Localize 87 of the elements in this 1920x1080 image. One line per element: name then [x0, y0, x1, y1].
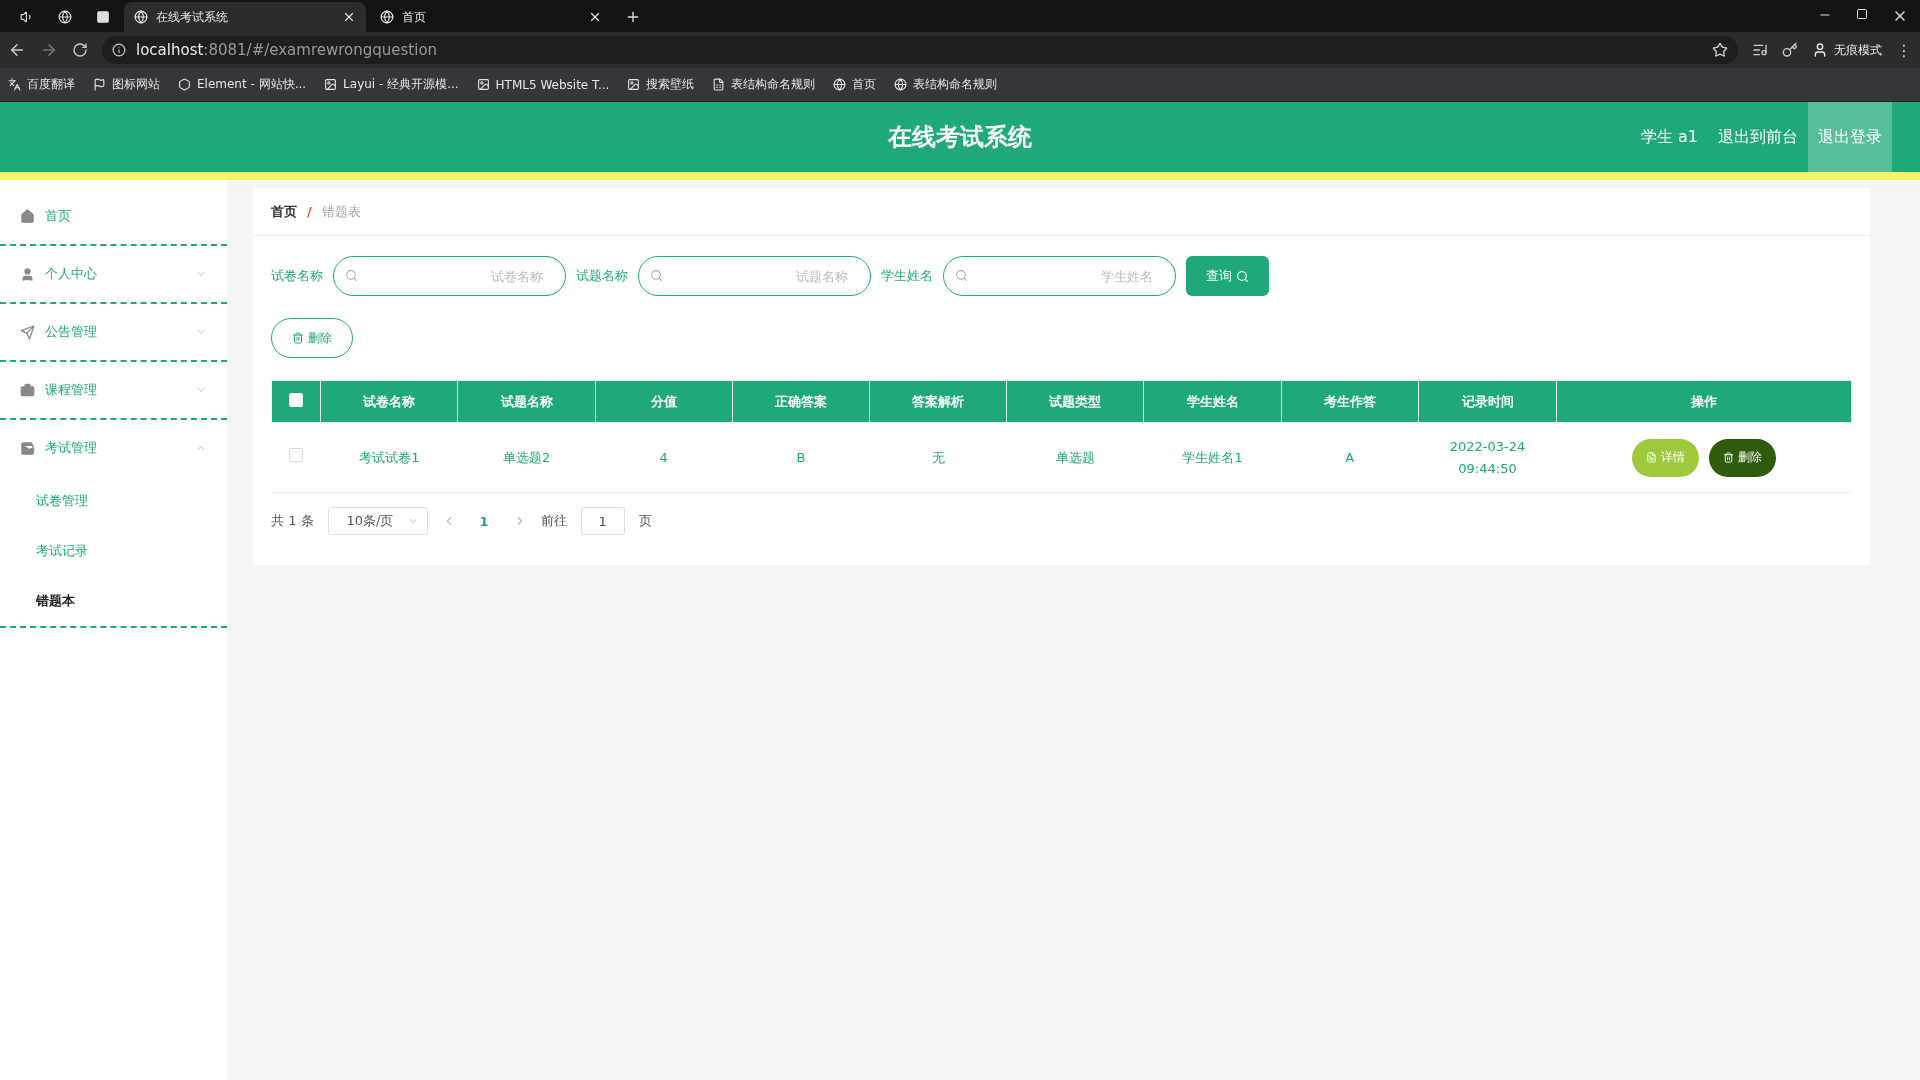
- delete-button[interactable]: 删除: [1709, 438, 1777, 477]
- table-cell: 4: [595, 422, 733, 493]
- spreadsheet-icon: [712, 78, 726, 91]
- column-header: 正确答案: [732, 380, 870, 423]
- browser-tab[interactable]: 在线考试系统: [124, 2, 366, 32]
- column-header: 试卷名称: [320, 380, 458, 423]
- breadcrumb-item: 错题表: [321, 202, 361, 221]
- search-icon: [650, 269, 663, 282]
- trash-icon: [292, 332, 304, 344]
- table-cell: B: [732, 422, 870, 493]
- breadcrumb-separator: /: [307, 204, 312, 219]
- column-header: 分值: [595, 380, 733, 423]
- bookmark[interactable]: 表结构命名规则: [894, 76, 998, 93]
- table-cell: 2022-03-24 09:44:50: [1418, 422, 1557, 493]
- table-cell: 考试试卷1: [320, 422, 458, 493]
- app-title: 在线考试系统: [888, 122, 1032, 153]
- restore-icon[interactable]: [1856, 8, 1868, 20]
- globe-icon: [134, 10, 148, 24]
- back-icon[interactable]: [8, 41, 26, 59]
- briefcase-icon: [20, 382, 35, 398]
- page-suffix: 页: [638, 512, 652, 530]
- menu-icon[interactable]: ⋮: [1896, 40, 1912, 60]
- search-icon: [1236, 269, 1249, 283]
- table-cell: 无: [869, 422, 1007, 493]
- search-icon: [345, 269, 358, 282]
- goto-label: 前往: [540, 512, 567, 530]
- select-all-checkbox[interactable]: [289, 393, 304, 407]
- profile-button[interactable]: 无痕模式: [1812, 41, 1882, 59]
- bookmark[interactable]: Element - 网站快...: [178, 76, 307, 93]
- trash-icon: [1723, 452, 1735, 463]
- star-icon[interactable]: [1712, 42, 1728, 58]
- info-icon[interactable]: [112, 43, 126, 57]
- column-header: 记录时间: [1418, 380, 1557, 423]
- flag-icon: [93, 78, 106, 91]
- image-icon: [627, 78, 641, 91]
- wallet-icon: [20, 440, 35, 456]
- column-header: 试题类型: [1006, 380, 1144, 423]
- breadcrumb-item[interactable]: 首页: [271, 202, 297, 221]
- field-label: 试卷名称: [271, 267, 323, 285]
- translate-icon: [8, 78, 21, 91]
- bookmark[interactable]: 百度翻译: [8, 76, 75, 93]
- column-header: 答案解析: [869, 380, 1007, 423]
- document-icon: [1646, 452, 1658, 463]
- search-field[interactable]: 试题名称: [638, 256, 871, 296]
- globe-icon: [380, 10, 394, 24]
- bookmark[interactable]: 首页: [833, 76, 877, 93]
- bookmark[interactable]: Layui - 经典开源模...: [324, 76, 459, 93]
- search-field[interactable]: 试卷名称: [333, 256, 566, 296]
- column-header: 学生姓名: [1143, 380, 1282, 423]
- hexagon-icon: [178, 78, 191, 91]
- globe-icon: [833, 78, 847, 91]
- bookmark[interactable]: 搜索壁纸: [627, 76, 695, 93]
- table-cell: 学生姓名1: [1143, 422, 1282, 493]
- bookmark[interactable]: HTML5 Website T...: [476, 77, 610, 92]
- home-icon: [20, 208, 35, 224]
- forward-icon[interactable]: [40, 41, 58, 59]
- table-cell: A: [1281, 422, 1419, 493]
- close-icon[interactable]: [588, 10, 602, 24]
- search-icon: [955, 269, 968, 282]
- search-field[interactable]: 学生姓名: [943, 256, 1176, 296]
- column-header: 试题名称: [457, 380, 596, 423]
- playlist-icon[interactable]: [1752, 42, 1768, 58]
- user-icon: [20, 266, 35, 282]
- reload-icon[interactable]: [72, 42, 88, 58]
- image-icon: [476, 78, 490, 91]
- row-checkbox[interactable]: [289, 447, 304, 462]
- column-header: 考生作答: [1281, 380, 1419, 423]
- bookmark[interactable]: 表结构命名规则: [712, 76, 816, 93]
- page-size-select[interactable]: 10条/页: [327, 507, 428, 535]
- table-cell: 单选题2: [457, 422, 596, 493]
- image-icon: [324, 78, 338, 91]
- submenu-item[interactable]: 错题本: [0, 576, 227, 626]
- bookmark[interactable]: 图标网站: [93, 76, 160, 93]
- table-cell: 单选题: [1006, 422, 1144, 493]
- field-label: 试题名称: [576, 267, 628, 285]
- globe-icon: [894, 78, 908, 91]
- address-bar[interactable]: localhost:8081/#/examrewrongquestion: [102, 36, 1738, 64]
- send-icon: [20, 324, 35, 340]
- browser-tab[interactable]: 首页: [370, 2, 612, 32]
- field-label: 学生姓名: [881, 267, 933, 285]
- column-header: 操作: [1556, 380, 1852, 423]
- close-icon[interactable]: [342, 10, 356, 24]
- goto-field[interactable]: 1: [580, 507, 625, 535]
- url-text: localhost:8081/#/examrewrongquestion: [136, 41, 438, 59]
- total-count: 共 1 条: [271, 512, 314, 530]
- incognito-icon: [1812, 42, 1828, 58]
- key-icon[interactable]: [1782, 42, 1798, 58]
